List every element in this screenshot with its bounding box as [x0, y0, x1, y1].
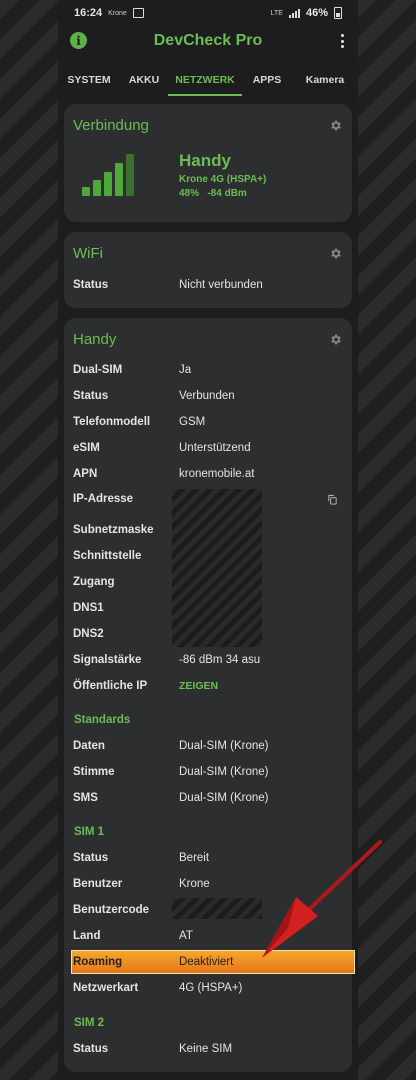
more-options-icon[interactable] [336, 32, 348, 50]
row-value: Dual-SIM (Krone) [179, 740, 269, 752]
row-value: Deaktiviert [179, 956, 234, 968]
redacted-block [172, 898, 262, 919]
row-key: Roaming [73, 956, 123, 968]
info-row: APN kronemobile.at [73, 464, 343, 484]
row-key: DNS1 [73, 602, 104, 614]
row-value: Verbunden [179, 390, 235, 402]
tab-kamera[interactable]: Kamera [292, 74, 358, 96]
info-row: Status Verbunden [73, 386, 343, 406]
wifi-card: WiFi Status Nicht verbunden [64, 232, 352, 308]
wifi-status-row: Status Nicht verbunden [73, 275, 343, 295]
row-value: AT [179, 930, 193, 942]
row-key: Status [73, 1043, 109, 1055]
row-value: Krone [179, 878, 210, 890]
row-key: Status [73, 390, 109, 402]
connection-type: Handy [179, 151, 231, 170]
info-row: eSIM Unterstützend [73, 438, 343, 458]
signal-strength-icon [288, 8, 300, 18]
row-key: Benutzer [73, 878, 123, 890]
tab-netzwerk[interactable]: NETZWERK [168, 74, 242, 96]
sim1-section-title: SIM 1 [74, 826, 105, 838]
gallery-notification-icon [132, 8, 144, 18]
row-key: Dual-SIM [73, 364, 123, 376]
row-value: 4G (HSPA+) [179, 982, 243, 994]
battery-icon [334, 7, 342, 19]
row-key: Stimme [73, 766, 115, 778]
app-bar: i DevCheck Pro [58, 26, 358, 56]
signal-bars-icon [82, 154, 134, 196]
wifi-title: WiFi [73, 245, 103, 262]
redacted-block [172, 489, 262, 647]
info-row: Dual-SIM Ja [73, 360, 343, 380]
row-key: Subnetzmaske [73, 524, 154, 536]
info-row: Stimme Dual-SIM (Krone) [73, 762, 343, 782]
row-value: -86 dBm 34 asu [179, 654, 261, 666]
row-key: SMS [73, 792, 98, 804]
tab-apps[interactable]: APPS [242, 74, 292, 96]
tab-bar: SYSTEM AKKU NETZWERK APPS Kamera [58, 56, 358, 96]
carrier-mini-label: Krone [108, 9, 127, 17]
sim2-section-title: SIM 2 [74, 1017, 105, 1029]
row-key: Benutzercode [73, 904, 150, 916]
network-type-label: LTE [270, 9, 283, 17]
info-row: Land AT [73, 926, 343, 946]
row-value: Dual-SIM (Krone) [179, 792, 269, 804]
tab-system[interactable]: SYSTEM [58, 74, 120, 96]
info-row: Daten Dual-SIM (Krone) [73, 736, 343, 756]
row-key: Daten [73, 740, 105, 752]
row-value: kronemobile.at [179, 468, 255, 480]
settings-gear-icon[interactable] [329, 333, 342, 346]
row-key: eSIM [73, 442, 100, 454]
settings-gear-icon[interactable] [329, 119, 342, 132]
info-row: Telefonmodell GSM [73, 412, 343, 432]
row-value: Dual-SIM (Krone) [179, 766, 269, 778]
roaming-row: Roaming Deaktiviert [73, 952, 343, 972]
tab-akku[interactable]: AKKU [120, 74, 168, 96]
row-key: DNS2 [73, 628, 104, 640]
row-value: GSM [179, 416, 206, 428]
connection-network: Krone 4G (HSPA+) [179, 174, 267, 185]
row-key: Öffentliche IP [73, 680, 148, 692]
handy-card: Handy Dual-SIM Ja Status Verbunden Telefon… [64, 318, 355, 1072]
info-row: Öffentliche IP ZEIGEN [73, 676, 343, 696]
verbindung-card: Verbindung Handy Krone 4G (HSPA+) 48% -8… [64, 104, 352, 222]
info-row: Benutzer Krone [73, 874, 343, 894]
row-value: Nicht verbunden [179, 279, 263, 291]
info-row: Status Bereit [73, 848, 343, 868]
standards-section-title: Standards [74, 714, 131, 726]
row-key: Netzwerkart [73, 982, 139, 994]
status-time: 16:24 [74, 7, 103, 19]
row-key: IP-Adresse [73, 493, 134, 505]
info-row: Status Keine SIM [73, 1039, 343, 1059]
row-key: Status [73, 279, 109, 291]
settings-gear-icon[interactable] [329, 247, 342, 260]
phone-screen: 16:24 Krone LTE 46% i DevCheck Pro SYSTE… [58, 0, 358, 1080]
info-row: SMS Dual-SIM (Krone) [73, 788, 343, 808]
row-key: Telefonmodell [73, 416, 151, 428]
verbindung-title: Verbindung [73, 117, 149, 134]
app-title: DevCheck Pro [153, 32, 263, 49]
row-value: Ja [179, 364, 192, 376]
row-value: Bereit [179, 852, 210, 864]
battery-percent: 46% [305, 7, 328, 19]
row-key: APN [73, 468, 98, 480]
copy-icon[interactable] [327, 494, 338, 505]
row-key: Schnittstelle [73, 550, 142, 562]
row-value: Keine SIM [179, 1043, 233, 1055]
row-value: Unterstützend [179, 442, 251, 454]
info-row: Netzwerkart 4G (HSPA+) [73, 978, 343, 998]
show-public-ip-link[interactable]: ZEIGEN [179, 680, 218, 692]
row-key: Signalstärke [73, 654, 142, 666]
status-bar: 16:24 Krone LTE 46% [58, 0, 358, 26]
info-row: Signalstärke -86 dBm 34 asu [73, 650, 343, 670]
handy-title: Handy [73, 331, 117, 348]
connection-signal: 48% -84 dBm [179, 188, 247, 199]
row-key: Status [73, 852, 109, 864]
row-key: Land [73, 930, 101, 942]
row-key: Zugang [73, 576, 115, 588]
